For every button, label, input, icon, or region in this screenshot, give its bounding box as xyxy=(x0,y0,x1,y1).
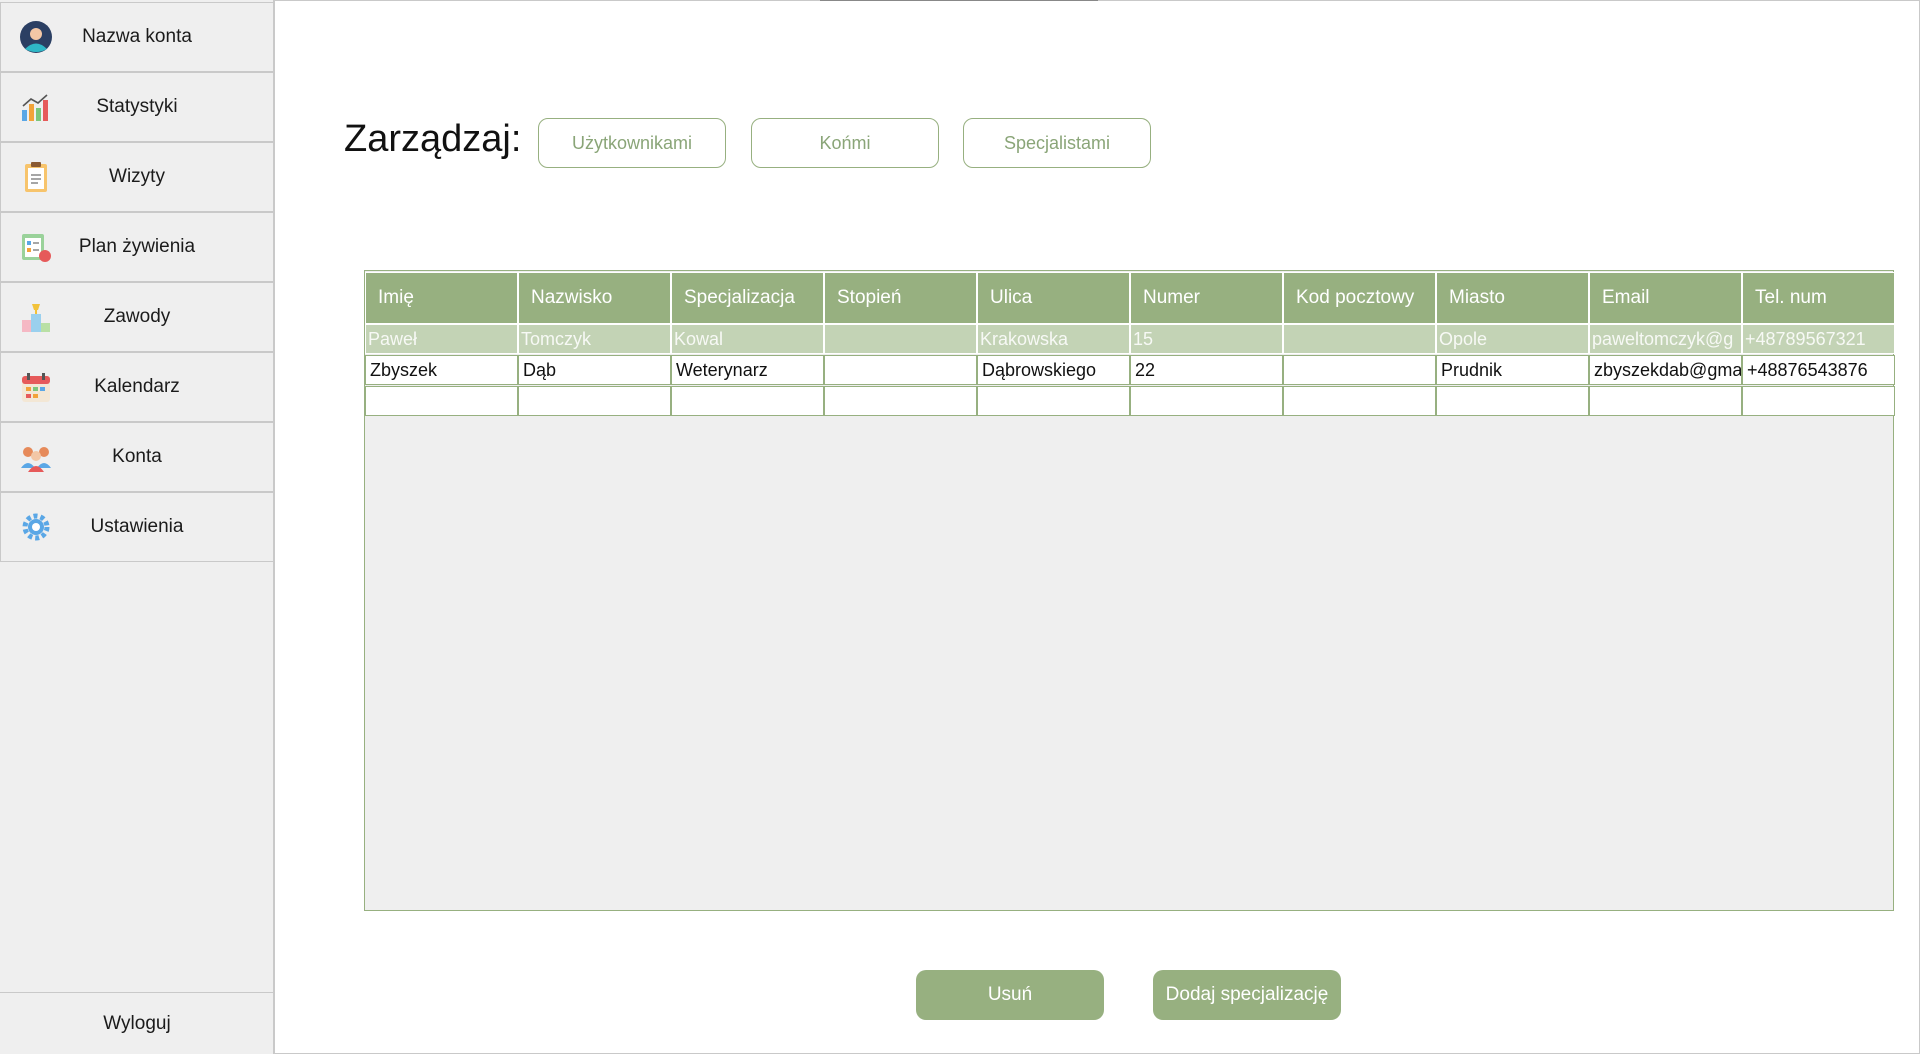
gear-icon xyxy=(22,513,50,541)
column-header[interactable]: Stopień xyxy=(824,272,977,324)
sidebar-item-statistics[interactable]: Statystyki xyxy=(0,72,274,142)
column-header[interactable]: Imię xyxy=(365,272,518,324)
table-cell[interactable] xyxy=(365,386,518,416)
window-title-indicator xyxy=(820,0,1098,1)
table-cell[interactable] xyxy=(1283,386,1436,416)
table-cell[interactable]: +48876543876 xyxy=(1742,355,1895,385)
sidebar-item-competitions[interactable]: Zawody xyxy=(0,282,274,352)
table-cell[interactable]: paweltomczyk@g xyxy=(1589,324,1742,354)
sidebar-item-accounts[interactable]: Konta xyxy=(0,422,274,492)
table-cell[interactable] xyxy=(824,355,977,385)
table-cell[interactable]: Paweł xyxy=(365,324,518,354)
table-cell[interactable] xyxy=(1283,324,1436,354)
table-cell[interactable]: zbyszekdab@gma xyxy=(1589,355,1742,385)
table-cell[interactable]: Krakowska xyxy=(977,324,1130,354)
table-cell[interactable]: Opole xyxy=(1436,324,1589,354)
table-cell[interactable]: Dąb xyxy=(518,355,671,385)
tab-specialists[interactable]: Specjalistami xyxy=(963,118,1151,168)
table-cell[interactable]: Weterynarz xyxy=(671,355,824,385)
table-cell[interactable] xyxy=(824,324,977,354)
delete-button[interactable]: Usuń xyxy=(916,970,1104,1020)
column-header[interactable]: Numer xyxy=(1130,272,1283,324)
sidebar-item-account-name[interactable]: Nazwa konta xyxy=(0,2,274,72)
column-header[interactable]: Kod pocztowy xyxy=(1283,272,1436,324)
clipboard-icon xyxy=(25,162,47,192)
specialists-table: Imię Nazwisko Specjalizacja Stopień Ulic… xyxy=(364,270,1895,911)
table-cell[interactable] xyxy=(1436,386,1589,416)
table-cell[interactable] xyxy=(1130,386,1283,416)
sidebar-item-visits[interactable]: Wizyty xyxy=(0,142,274,212)
column-header[interactable]: Nazwisko xyxy=(518,272,671,324)
table-header-row: Imię Nazwisko Specjalizacja Stopień Ulic… xyxy=(365,272,1895,324)
avatar-icon xyxy=(20,21,52,53)
manage-label: Zarządzaj: xyxy=(344,118,522,160)
column-header[interactable]: Miasto xyxy=(1436,272,1589,324)
sidebar-item-settings[interactable]: Ustawienia xyxy=(0,492,274,562)
table-cell[interactable] xyxy=(1283,355,1436,385)
table-cell[interactable]: Kowal xyxy=(671,324,824,354)
table-cell[interactable]: Prudnik xyxy=(1436,355,1589,385)
table-cell[interactable]: 15 xyxy=(1130,324,1283,354)
users-icon xyxy=(21,447,51,472)
column-header[interactable]: Email xyxy=(1589,272,1742,324)
table-cell[interactable]: Tomczyk xyxy=(518,324,671,354)
sidebar-item-calendar[interactable]: Kalendarz xyxy=(0,352,274,422)
table-cell[interactable] xyxy=(671,386,824,416)
calendar-icon xyxy=(22,373,50,402)
logout-button[interactable]: Wyloguj xyxy=(0,992,274,1054)
table-cell[interactable]: Zbyszek xyxy=(365,355,518,385)
table-cell[interactable] xyxy=(977,386,1130,416)
podium-icon xyxy=(22,304,50,332)
table-cell[interactable] xyxy=(518,386,671,416)
table-cell[interactable] xyxy=(824,386,977,416)
tab-users[interactable]: Użytkownikami xyxy=(538,118,726,168)
table-row-selected[interactable]: Paweł Tomczyk Kowal Krakowska 15 Opole p… xyxy=(365,324,1895,354)
table-cell[interactable] xyxy=(1742,386,1895,416)
table-cell[interactable]: +48789567321 xyxy=(1742,324,1895,354)
column-header[interactable]: Specjalizacja xyxy=(671,272,824,324)
column-header[interactable]: Ulica xyxy=(977,272,1130,324)
table-row-new[interactable] xyxy=(365,386,1895,416)
sidebar: Nazwa konta Statystyki Wizyty Plan żywie… xyxy=(0,0,275,1054)
sidebar-item-meal-plan[interactable]: Plan żywienia xyxy=(0,212,274,282)
table-row[interactable]: Zbyszek Dąb Weterynarz Dąbrowskiego 22 P… xyxy=(365,355,1895,385)
table-cell[interactable] xyxy=(1589,386,1742,416)
add-specialization-button[interactable]: Dodaj specjalizację xyxy=(1153,970,1341,1020)
table-cell[interactable]: Dąbrowskiego xyxy=(977,355,1130,385)
tab-horses[interactable]: Końmi xyxy=(751,118,939,168)
table-cell[interactable]: 22 xyxy=(1130,355,1283,385)
chart-icon xyxy=(22,94,48,121)
meal-plan-icon xyxy=(22,234,51,262)
column-header[interactable]: Tel. num xyxy=(1742,272,1895,324)
